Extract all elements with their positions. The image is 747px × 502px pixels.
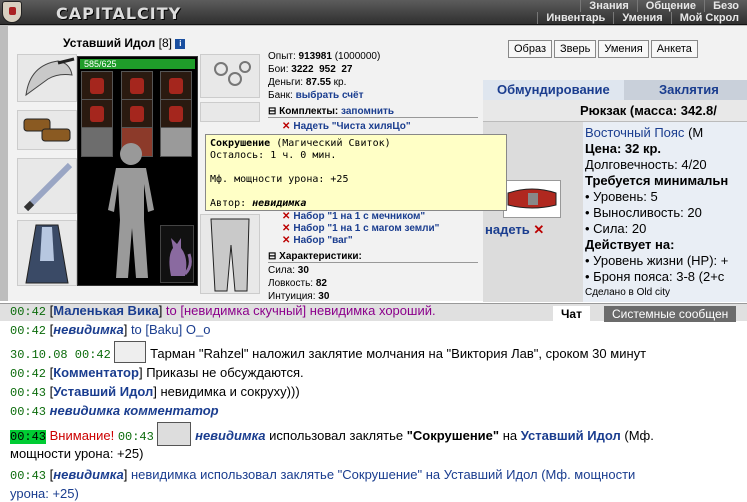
armor-slot-top[interactable] (200, 54, 260, 98)
chat-line: 00:43 [Уставший Идол] невидимка и сокрух… (10, 384, 300, 400)
logo-emblem (2, 1, 22, 23)
chat-line: 00:43 Внимание! 00:43 невидимка использо… (10, 421, 747, 446)
profile-button[interactable]: Анкета (650, 40, 698, 58)
bank-link[interactable]: выбрать счёт (296, 90, 364, 101)
action-buttons: Образ Зверь Умения Анкета (508, 40, 700, 58)
cloak-icon (25, 224, 69, 284)
remove-icon: ✕ (282, 235, 291, 246)
item-description: Восточный Пояс (М Цена: 32 кр. Долговечн… (583, 122, 747, 302)
item-name: Восточный Пояс (585, 125, 685, 140)
wins: 3222 (291, 64, 314, 75)
remove-icon: ✕ (282, 121, 291, 132)
delete-icon: ✕ (533, 222, 545, 237)
cat-icon (169, 238, 192, 276)
bracers-item[interactable] (17, 110, 77, 150)
chat-line: 00:43 невидимка комментатор (10, 403, 219, 419)
sword-item[interactable] (17, 158, 77, 214)
empty-slots[interactable] (200, 102, 260, 122)
slot-ring-3[interactable] (160, 99, 192, 129)
slot-ring-2[interactable] (121, 99, 153, 129)
backpack-title: Рюкзак (масса: 342.8/ (483, 100, 747, 122)
character-silhouette (108, 143, 154, 278)
inventory-tabs: Обмундирование Заклятия (483, 80, 747, 100)
nav-security[interactable]: Безо (704, 0, 747, 12)
kit-item[interactable]: ✕ Надеть "Чиста хиляЦо" (282, 121, 411, 132)
chat-line: 30.10.08 00:42 Тарман "Rahzel" наложил з… (10, 340, 747, 364)
sword-icon (23, 162, 73, 212)
nav-skills[interactable]: Умения (613, 12, 671, 24)
leggings-icon (210, 218, 250, 292)
nav-knowledge[interactable]: Знания (580, 0, 637, 12)
characteristics-values: Сила: 30 Ловкость: 82 Интуиция: 30 (268, 265, 330, 302)
kit-item[interactable]: ✕ Набор "ваг" (282, 235, 353, 246)
image-button[interactable]: Образ (508, 40, 553, 58)
slot-earring-2[interactable] (160, 71, 192, 101)
chat-line: 00:42 [Комментатор] Приказы не обсуждают… (10, 365, 304, 381)
losses: 952 (319, 64, 336, 75)
chat-line: 00:42 [невидимка] to [Baku] O_o (10, 322, 211, 338)
cloak-item[interactable] (17, 220, 77, 286)
chat-line: 00:43 [невидимка] невидимка использовал … (10, 467, 636, 483)
pet-slot[interactable] (160, 225, 194, 283)
remove-icon: ✕ (282, 223, 291, 234)
chain-icon (214, 61, 251, 86)
tab-curses[interactable]: Заклятия (645, 80, 733, 100)
skills-button[interactable]: Умения (598, 40, 649, 58)
tab-equipment[interactable]: Обмундирование (483, 80, 624, 100)
character-name: Уставший Идол [8] i (63, 36, 186, 50)
character-level: [8] (158, 36, 172, 50)
remove-icon: ✕ (282, 211, 291, 222)
silence-icon (114, 341, 147, 363)
kit-item[interactable]: ✕ Набор "1 на 1 с магом земли" (282, 223, 439, 234)
exp-value: 913981 (298, 51, 332, 62)
crush-scroll-icon (157, 422, 192, 446)
slot-amulet[interactable] (121, 71, 153, 101)
chat-line: мощности урона: +25) (10, 446, 144, 461)
draws: 27 (341, 64, 353, 75)
bracers-icon (23, 118, 71, 142)
top-bar: CAPITALCITY Знания Общение Безо Инвентарь У… (0, 0, 747, 25)
slot-ring-1[interactable] (81, 99, 113, 129)
chat-log: 00:42 [Маленькая Вика] to [невидимка ску… (10, 302, 747, 502)
left-border (0, 25, 8, 301)
helmet-item[interactable] (17, 54, 77, 102)
stats-panel: Опыт: 913981 (1000000) Бои: 3222 952 27 … (268, 51, 381, 101)
wear-link[interactable]: надеть ✕ (485, 222, 544, 238)
money-value: 87.55 (305, 77, 331, 88)
belt-icon (507, 188, 557, 209)
item-tooltip: Сокрушение (Магический Свиток) Осталось:… (205, 134, 507, 211)
helmet-icon (25, 57, 75, 97)
hp-bar: 585/625 (80, 59, 195, 69)
nav-my-scroll[interactable]: Мой Скрол (670, 12, 747, 24)
kits-header: ⊟ Комплекты: запомнить (268, 106, 478, 118)
top-nav: Знания Общение Безо Инвентарь Умения Мой Скр… (537, 0, 747, 24)
slot-earring-1[interactable] (81, 71, 113, 101)
leggings-item[interactable] (200, 214, 260, 294)
info-icon[interactable]: i (175, 39, 186, 49)
nav-inventory[interactable]: Инвентарь (537, 12, 614, 24)
nav-communication[interactable]: Общение (636, 0, 705, 12)
characteristics-header: ⊟ Характеристики: (268, 251, 478, 263)
logo-text: CAPITALCITY (56, 4, 182, 23)
chat-line: 00:42 [Маленькая Вика] to [невидимка ску… (10, 303, 436, 319)
remember-link[interactable]: запомнить (341, 106, 394, 117)
pet-button[interactable]: Зверь (554, 40, 597, 58)
kit-item[interactable]: ✕ Набор "1 на 1 с мечником" (282, 211, 425, 222)
belt-item[interactable] (503, 180, 561, 218)
